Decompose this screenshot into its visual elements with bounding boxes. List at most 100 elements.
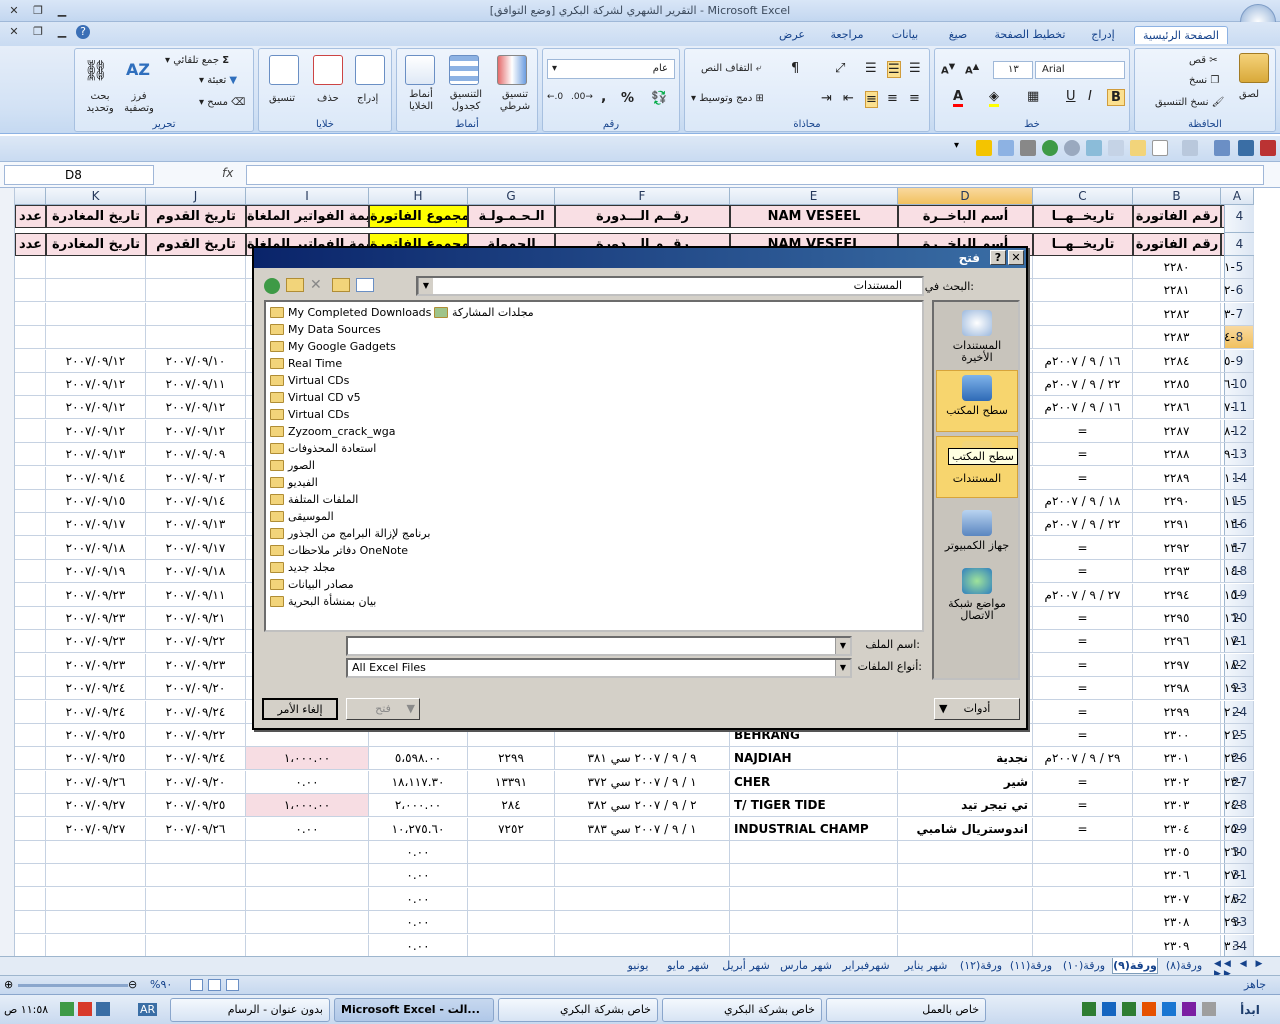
- cell-e[interactable]: CHER: [730, 770, 898, 794]
- borders-icon[interactable]: ▦: [1027, 89, 1039, 104]
- email-icon[interactable]: [998, 140, 1014, 156]
- sheet-tab[interactable]: ورقة(١٢): [956, 958, 1006, 974]
- percent-button[interactable]: %: [621, 91, 634, 106]
- cell-k[interactable]: ٢٠٠٧/٠٩/٢٤: [46, 700, 146, 724]
- indent-increase-icon[interactable]: ⇥: [821, 91, 832, 106]
- quick-launch-icon[interactable]: [1142, 1002, 1156, 1016]
- format-table-icon[interactable]: [449, 55, 479, 85]
- cell-h[interactable]: ٠.٠٠: [369, 911, 468, 935]
- header-cell[interactable]: تاريخــهــا: [1033, 233, 1133, 256]
- cell-k[interactable]: ٢٠٠٧/٠٩/١٩: [46, 560, 146, 584]
- header-cell[interactable]: تاريخــهــا: [1033, 205, 1133, 228]
- column-header[interactable]: B: [1133, 188, 1221, 205]
- cell-h[interactable]: ٠.٠٠: [369, 887, 468, 911]
- cell-j[interactable]: [146, 864, 246, 888]
- back-arrow-icon[interactable]: [264, 278, 280, 294]
- tray-app-icon[interactable]: [96, 1002, 110, 1016]
- cell-j[interactable]: [146, 256, 246, 279]
- file-list-item[interactable]: Virtual CD v5: [270, 389, 361, 406]
- cell-i[interactable]: ١،٠٠٠.٠٠: [246, 794, 369, 818]
- cell-d[interactable]: [898, 864, 1033, 888]
- sheet-tab[interactable]: شهر مايو: [660, 958, 716, 974]
- cell-extra[interactable]: [15, 607, 46, 630]
- cell-extra[interactable]: [15, 466, 46, 490]
- cell-a[interactable]: ٢٠-: [1221, 700, 1254, 724]
- currency-icon[interactable]: 💱: [651, 91, 667, 106]
- cell-b[interactable]: ٢٣٠٣: [1133, 794, 1221, 818]
- up-folder-icon[interactable]: [286, 278, 304, 292]
- cell-extra[interactable]: [15, 653, 46, 677]
- new-folder-icon[interactable]: [332, 278, 350, 292]
- cell-extra[interactable]: [15, 630, 46, 654]
- quick-launch-icon[interactable]: [1182, 1002, 1196, 1016]
- cell-a[interactable]: ١٣-: [1221, 536, 1254, 560]
- fill-button[interactable]: ▾ تعبئة ▼: [199, 75, 237, 86]
- print-icon[interactable]: [1020, 140, 1036, 156]
- cell-c[interactable]: =: [1033, 653, 1133, 677]
- place-computer[interactable]: جهاز الكمبيوتر: [936, 506, 1018, 568]
- cell-a[interactable]: ٩-: [1221, 443, 1254, 467]
- format-cells-button[interactable]: تنسيق: [269, 93, 295, 104]
- font-size-select[interactable]: ١٣: [993, 61, 1033, 79]
- cell-a[interactable]: ٧-: [1221, 396, 1254, 420]
- cell-c[interactable]: =: [1033, 419, 1133, 443]
- cell-c[interactable]: ١٨ / ٩ / ٢٠٠٧م: [1033, 490, 1133, 513]
- cell-extra[interactable]: [15, 841, 46, 864]
- language-indicator[interactable]: AR: [138, 1003, 158, 1016]
- column-header[interactable]: E: [730, 188, 898, 205]
- look-in-select[interactable]: المستندات ▼: [416, 276, 924, 296]
- cell-k[interactable]: [46, 326, 146, 350]
- cell-b[interactable]: ٢٢٨٨: [1133, 443, 1221, 467]
- cell-c[interactable]: [1033, 934, 1133, 956]
- cell-k[interactable]: ٢٠٠٧/٠٩/٢٣: [46, 607, 146, 630]
- cell-extra[interactable]: [15, 583, 46, 607]
- cell-k[interactable]: ٢٠٠٧/٠٩/٢٣: [46, 583, 146, 607]
- cell-a[interactable]: ٢٤-: [1221, 794, 1254, 818]
- column-header[interactable]: G: [468, 188, 555, 205]
- cell-b[interactable]: ٢٢٩٤: [1133, 583, 1221, 607]
- undo-icon[interactable]: [1214, 140, 1230, 156]
- number-format-select[interactable]: ▾ عام: [547, 59, 675, 79]
- cell-b[interactable]: ٢٣٠٩: [1133, 934, 1221, 956]
- font-color-icon[interactable]: A: [953, 89, 964, 107]
- spelling-icon[interactable]: [1086, 140, 1102, 156]
- cell-b[interactable]: ٢٢٨٧: [1133, 419, 1221, 443]
- cell-c[interactable]: [1033, 887, 1133, 911]
- cell-j[interactable]: ٢٠٠٧/٠٩/٢٢: [146, 630, 246, 654]
- cell-b[interactable]: ٢٢٩٧: [1133, 653, 1221, 677]
- cell-g[interactable]: [468, 911, 555, 935]
- cell-j[interactable]: ٢٠٠٧/٠٩/١٤: [146, 490, 246, 513]
- left-scrollbar[interactable]: [0, 188, 15, 956]
- format-cells-icon[interactable]: [269, 55, 299, 85]
- cell-k[interactable]: [46, 887, 146, 911]
- restore-workbook-icon[interactable]: ❐: [28, 24, 48, 40]
- insert-cells-button[interactable]: إدراج: [357, 93, 378, 104]
- column-header[interactable]: [15, 188, 46, 205]
- file-list-item[interactable]: مجلدات المشاركة: [434, 304, 534, 321]
- normal-view-icon[interactable]: [226, 979, 239, 991]
- clock[interactable]: ١١:٥٨ ص: [4, 1003, 48, 1016]
- cell-g[interactable]: [468, 841, 555, 864]
- cell-j[interactable]: ٢٠٠٧/٠٩/٢٦: [146, 817, 246, 841]
- sheet-tab[interactable]: شهر أبريل: [716, 958, 776, 974]
- header-cell[interactable]: عدد: [15, 205, 46, 228]
- cell-a[interactable]: ٢٦-: [1221, 841, 1254, 864]
- cell-b[interactable]: ٢٣٠٥: [1133, 841, 1221, 864]
- header-cell[interactable]: تاريخ القدوم: [146, 205, 246, 228]
- column-header[interactable]: H: [369, 188, 468, 205]
- tab-data[interactable]: بيانات: [880, 26, 930, 44]
- cell-b[interactable]: ٢٣٠٨: [1133, 911, 1221, 935]
- cell-j[interactable]: ٢٠٠٧/٠٩/٠٢: [146, 466, 246, 490]
- page-break-icon[interactable]: [190, 979, 203, 991]
- cell-c[interactable]: ١٦ / ٩ / ٢٠٠٧م: [1033, 396, 1133, 420]
- font-name-select[interactable]: Arial: [1035, 61, 1125, 79]
- cell-styles-icon[interactable]: [405, 55, 435, 85]
- cell-extra[interactable]: [15, 934, 46, 956]
- zoom-in-icon[interactable]: ⊕: [4, 978, 13, 991]
- increase-decimal-icon[interactable]: ←.0: [547, 92, 563, 102]
- align-center-icon[interactable]: ≡: [887, 91, 898, 106]
- views-icon[interactable]: [356, 278, 374, 292]
- paste-button[interactable]: لصق: [1239, 89, 1259, 100]
- name-box[interactable]: D8: [4, 165, 154, 185]
- autosum-button[interactable]: ▾ جمع تلقائي Σ: [165, 55, 229, 66]
